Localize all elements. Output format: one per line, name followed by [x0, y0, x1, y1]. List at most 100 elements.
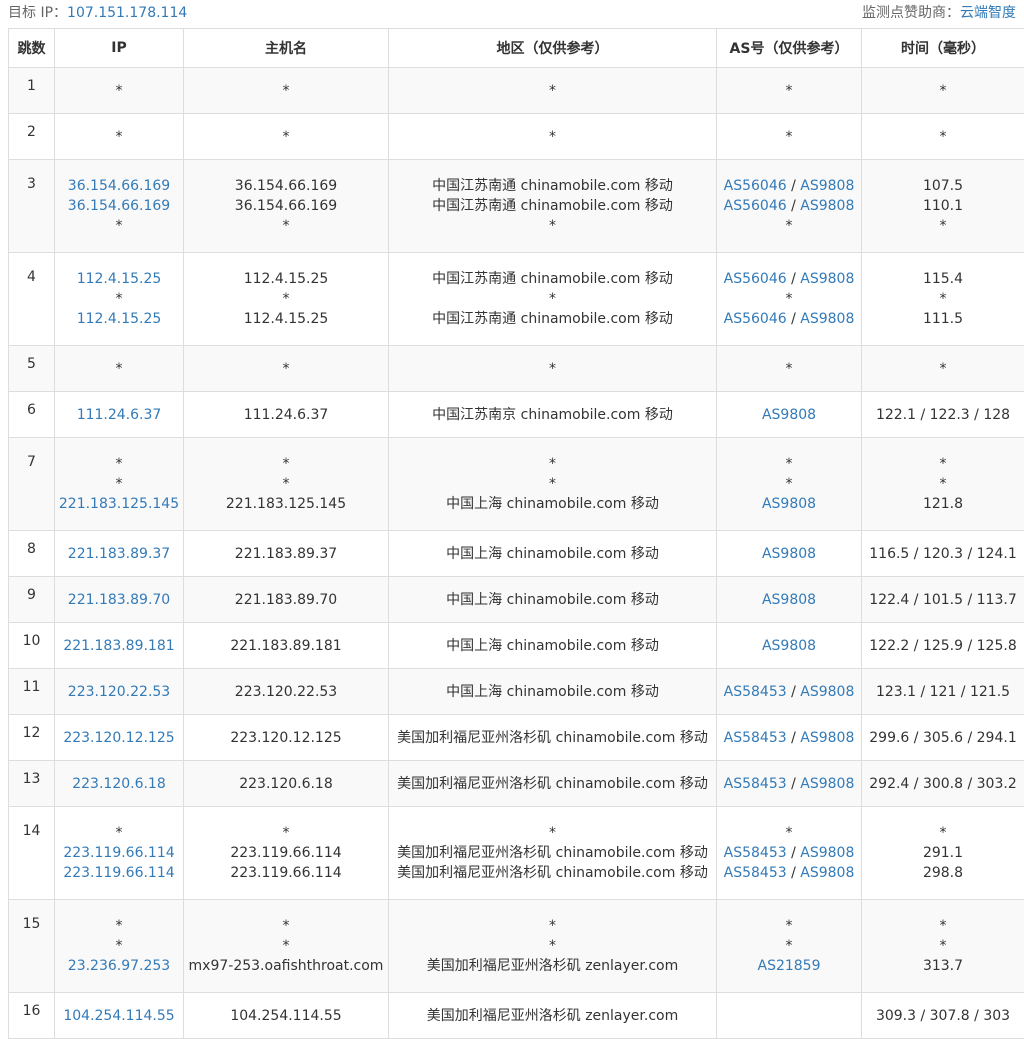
as-link[interactable]: AS9808: [800, 865, 854, 881]
as-link[interactable]: AS58453: [724, 684, 787, 700]
as-link[interactable]: AS56046: [724, 311, 787, 327]
table-row: 5*****: [9, 346, 1024, 392]
as-cell: *AS58453 / AS9808AS58453 / AS9808: [717, 807, 862, 900]
as-link[interactable]: AS9808: [800, 776, 854, 792]
table-row: 336.154.66.16936.154.66.169*36.154.66.16…: [9, 160, 1024, 253]
col-time-header: 时间（毫秒）: [862, 29, 1024, 68]
as-link[interactable]: AS9808: [762, 592, 816, 608]
as-link[interactable]: AS9808: [800, 198, 854, 214]
hostname-cell: 223.120.22.53: [184, 669, 389, 715]
as-cell: AS56046 / AS9808*AS56046 / AS9808: [717, 253, 862, 346]
region-text: 中国江苏南通 chinamobile.com 移动: [389, 269, 716, 289]
table-row: 7**221.183.125.145**221.183.125.145**中国上…: [9, 438, 1024, 531]
as-line: *: [717, 474, 861, 494]
as-cell: AS9808: [717, 577, 862, 623]
target-info: 目标 IP：107.151.178.114: [8, 0, 187, 28]
ip-link[interactable]: 223.119.66.114: [55, 843, 183, 863]
as-line: *: [717, 359, 861, 379]
ip-link[interactable]: 23.236.97.253: [55, 956, 183, 976]
sponsor-link[interactable]: 云端智度: [960, 5, 1016, 21]
region-text: *: [389, 823, 716, 843]
ip-cell: 221.183.89.181: [55, 623, 184, 669]
col-hostname-header: 主机名: [184, 29, 389, 68]
region-cell: *美国加利福尼亚州洛杉矶 chinamobile.com 移动美国加利福尼亚州洛…: [389, 807, 717, 900]
as-link[interactable]: AS21859: [758, 958, 821, 974]
as-link[interactable]: AS9808: [762, 638, 816, 654]
time-cell: *: [862, 68, 1024, 114]
hop-number-cell: 16: [9, 993, 55, 1039]
as-link[interactable]: AS9808: [762, 496, 816, 512]
as-separator: /: [787, 198, 801, 214]
hostname-text: 223.120.12.125: [184, 728, 388, 748]
as-line: AS58453 / AS9808: [717, 682, 861, 702]
as-link[interactable]: AS9808: [800, 845, 854, 861]
ip-link[interactable]: 221.183.89.37: [55, 544, 183, 564]
time-cell: 116.5 / 120.3 / 124.1: [862, 531, 1024, 577]
target-label: 目标 IP：: [8, 5, 67, 21]
ip-link[interactable]: 223.120.22.53: [55, 682, 183, 702]
hostname-text: mx97-253.oafishthroat.com: [184, 956, 388, 976]
ip-empty: *: [55, 359, 183, 379]
as-link[interactable]: AS58453: [724, 776, 787, 792]
ip-link[interactable]: 223.120.12.125: [55, 728, 183, 748]
as-link[interactable]: AS56046: [724, 271, 787, 287]
as-cell: AS58453 / AS9808: [717, 669, 862, 715]
as-cell: **AS21859: [717, 900, 862, 993]
as-line: *: [717, 216, 861, 236]
hostname-text: 223.119.66.114: [184, 843, 388, 863]
as-link[interactable]: AS9808: [800, 311, 854, 327]
ip-link[interactable]: 223.119.66.114: [55, 863, 183, 883]
as-link[interactable]: AS58453: [724, 865, 787, 881]
as-line: AS56046 / AS9808: [717, 269, 861, 289]
as-line: *: [717, 823, 861, 843]
ip-empty: *: [55, 474, 183, 494]
as-line: AS58453 / AS9808: [717, 774, 861, 794]
hostname-text: *: [184, 936, 388, 956]
ip-cell: 111.24.6.37: [55, 392, 184, 438]
as-link[interactable]: AS9808: [800, 684, 854, 700]
as-link[interactable]: AS9808: [800, 730, 854, 746]
region-text: *: [389, 454, 716, 474]
hostname-cell: 221.183.89.181: [184, 623, 389, 669]
region-text: *: [389, 127, 716, 147]
as-link[interactable]: AS58453: [724, 845, 787, 861]
as-line: AS56046 / AS9808: [717, 176, 861, 196]
region-cell: 中国上海 chinamobile.com 移动: [389, 669, 717, 715]
ip-link[interactable]: 221.183.125.145: [55, 494, 183, 514]
ip-link[interactable]: 221.183.89.70: [55, 590, 183, 610]
as-link[interactable]: AS58453: [724, 730, 787, 746]
as-link[interactable]: AS9808: [762, 407, 816, 423]
time-text: 292.4 / 300.8 / 303.2: [862, 774, 1024, 794]
col-region-header: 地区（仅供参考）: [389, 29, 717, 68]
time-text: 122.2 / 125.9 / 125.8: [862, 636, 1024, 656]
region-cell: **中国上海 chinamobile.com 移动: [389, 438, 717, 531]
time-text: *: [862, 216, 1024, 236]
ip-link[interactable]: 111.24.6.37: [55, 405, 183, 425]
ip-link[interactable]: 112.4.15.25: [55, 309, 183, 329]
time-cell: 309.3 / 307.8 / 303: [862, 993, 1024, 1039]
ip-link[interactable]: 36.154.66.169: [55, 196, 183, 216]
table-row: 4112.4.15.25*112.4.15.25112.4.15.25*112.…: [9, 253, 1024, 346]
hostname-text: 112.4.15.25: [184, 269, 388, 289]
as-link[interactable]: AS56046: [724, 198, 787, 214]
ip-link[interactable]: 104.254.114.55: [55, 1006, 183, 1026]
ip-link[interactable]: 221.183.89.181: [55, 636, 183, 656]
ip-cell: **23.236.97.253: [55, 900, 184, 993]
as-link[interactable]: AS56046: [724, 178, 787, 194]
ip-link[interactable]: 223.120.6.18: [55, 774, 183, 794]
time-text: *: [862, 127, 1024, 147]
ip-link[interactable]: 36.154.66.169: [55, 176, 183, 196]
ip-empty: *: [55, 289, 183, 309]
as-link[interactable]: AS9808: [762, 546, 816, 562]
as-line: AS56046 / AS9808: [717, 196, 861, 216]
ip-empty: *: [55, 823, 183, 843]
ip-link[interactable]: 112.4.15.25: [55, 269, 183, 289]
col-ip-header: IP: [55, 29, 184, 68]
as-line: AS58453 / AS9808: [717, 728, 861, 748]
ip-cell: *: [55, 68, 184, 114]
as-link[interactable]: AS9808: [800, 271, 854, 287]
as-cell: *: [717, 114, 862, 160]
as-link[interactable]: AS9808: [800, 178, 854, 194]
region-text: 美国加利福尼亚州洛杉矶 chinamobile.com 移动: [389, 863, 716, 883]
as-line: AS56046 / AS9808: [717, 309, 861, 329]
